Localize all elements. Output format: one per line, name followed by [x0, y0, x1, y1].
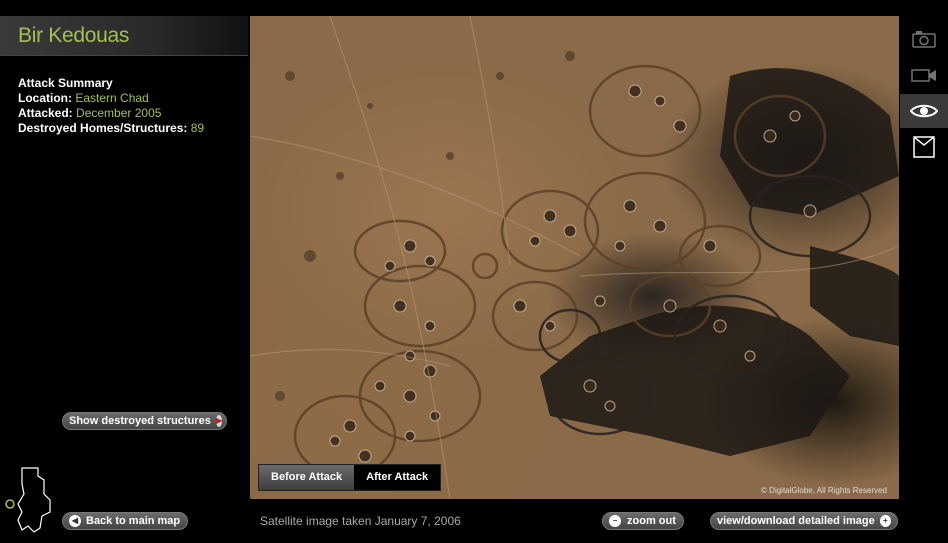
location-label: Location: [18, 91, 72, 105]
destroyed-value: 89 [190, 121, 205, 135]
destroyed-row: Destroyed Homes/Structures: 89 [18, 121, 204, 136]
title-bar: Bir Kedouas [0, 16, 248, 56]
before-attack-tab[interactable]: Before Attack [259, 465, 355, 490]
image-caption: Satellite image taken January 7, 2006 [260, 514, 461, 528]
destroyed-label: Destroyed Homes/Structures: [18, 121, 188, 135]
after-attack-tab[interactable]: After Attack [354, 465, 441, 490]
location-value: Eastern Chad [75, 91, 149, 105]
info-card-icon [913, 136, 935, 158]
show-destroyed-structures-button[interactable]: Show destroyed structures ▶ [62, 412, 227, 430]
media-toolbar [900, 22, 948, 166]
attacked-row: Attacked: December 2005 [18, 106, 204, 121]
view-tool-button[interactable] [900, 94, 948, 128]
page-title: Bir Kedouas [18, 24, 130, 47]
satellite-image[interactable]: Before Attack After Attack © DigitalGlob… [250, 16, 899, 499]
plus-icon: + [879, 515, 891, 527]
camera-icon [912, 31, 936, 48]
info-tool-button[interactable] [900, 130, 948, 164]
photo-tool-button[interactable] [900, 22, 948, 56]
minus-icon: − [609, 515, 621, 527]
back-to-main-map-button[interactable]: ◀ Back to main map [62, 512, 188, 530]
video-camera-icon [911, 69, 936, 82]
zoom-out-label: zoom out [627, 515, 676, 527]
eye-icon [910, 104, 938, 118]
arrow-right-icon: ▶ [215, 415, 222, 427]
attacked-label: Attacked: [18, 106, 73, 120]
show-destroyed-label: Show destroyed structures [69, 415, 211, 427]
attacked-value: December 2005 [76, 106, 162, 120]
attack-summary: Attack Summary Location: Eastern Chad At… [18, 76, 204, 136]
view-download-image-button[interactable]: view/download detailed image + [710, 512, 898, 530]
chad-map-icon[interactable] [4, 466, 54, 534]
video-tool-button[interactable] [900, 58, 948, 92]
zoom-out-button[interactable]: − zoom out [602, 512, 684, 530]
location-row: Location: Eastern Chad [18, 91, 204, 106]
copyright-notice: © DigitalGlobe, All Rights Reserved [761, 486, 887, 495]
arrow-left-icon: ◀ [69, 515, 81, 527]
before-after-toggle: Before Attack After Attack [258, 464, 442, 491]
summary-heading: Attack Summary [18, 76, 113, 90]
view-download-label: view/download detailed image [717, 515, 875, 527]
satellite-terrain [250, 16, 899, 499]
back-to-map-label: Back to main map [86, 515, 181, 527]
